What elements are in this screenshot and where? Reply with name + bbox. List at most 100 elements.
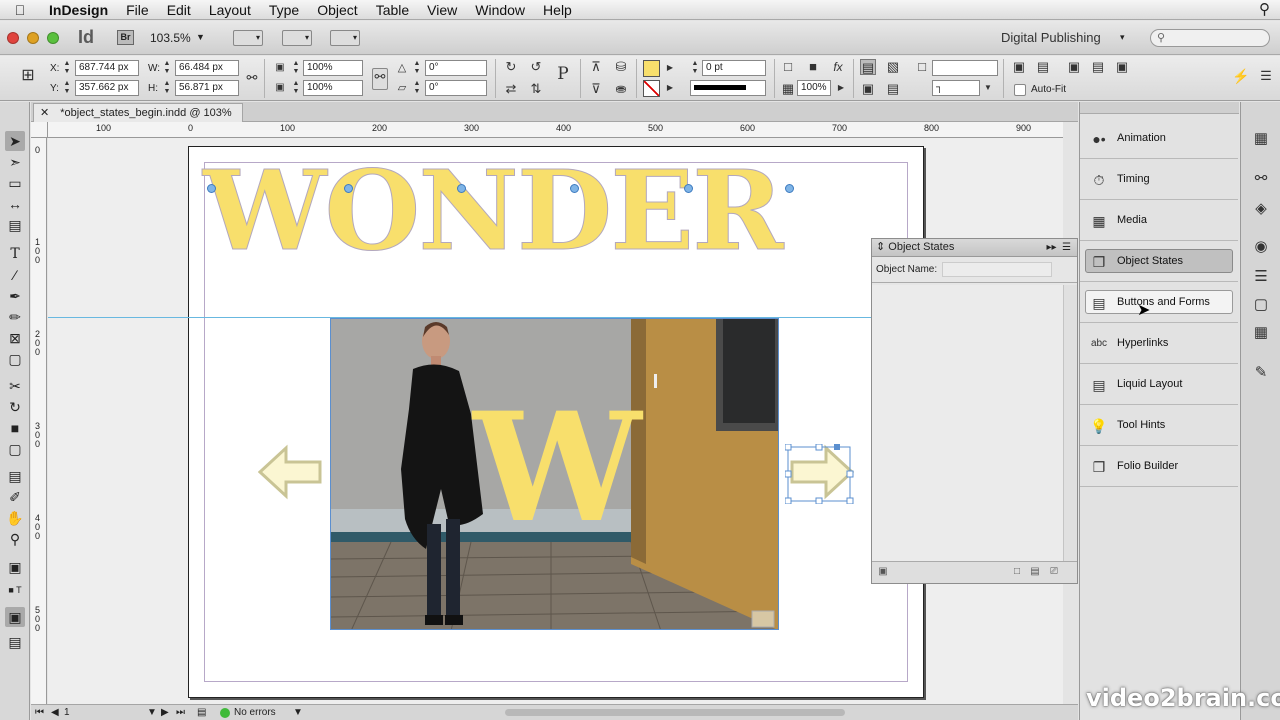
preflight-dropdown-icon[interactable]: ▼ — [293, 707, 303, 718]
panel-item-liquid-layout[interactable]: ▤ Liquid Layout — [1080, 364, 1238, 405]
drop-shadow-icon[interactable]: □ — [780, 59, 796, 75]
rectangle-frame-tool-icon[interactable]: ⊠ — [5, 328, 25, 348]
panel-item-media[interactable]: ▦ Media — [1080, 200, 1238, 241]
selection-bounding-box[interactable] — [785, 444, 855, 504]
pencil-tool-icon[interactable]: ✏ — [5, 307, 25, 327]
text-wrap-none-icon[interactable]: ▤ — [860, 59, 876, 75]
content-grabber-handle[interactable] — [834, 444, 840, 450]
path-anchor-point[interactable] — [785, 184, 794, 193]
object-states-header[interactable]: ⇕ Object States ▸▸ ☰ — [872, 239, 1077, 257]
previous-arrow-button[interactable] — [258, 444, 324, 500]
select-container-icon[interactable]: ⊼ — [588, 59, 604, 75]
rotate-cw-icon[interactable]: ↻ — [503, 59, 519, 75]
panel-dock-grip[interactable] — [1080, 102, 1239, 114]
w-stepper[interactable]: ▲ ▼ — [162, 60, 172, 76]
zoom-dropdown-icon[interactable]: ▼ — [196, 32, 205, 42]
close-tab-icon[interactable]: ✕ — [40, 107, 49, 119]
x-position-field[interactable]: 687.744 px — [75, 60, 139, 76]
scale-y-stepper[interactable]: ▲ ▼ — [291, 80, 301, 96]
states-list[interactable] — [872, 285, 1064, 561]
preview-spread-icon[interactable]: ▣ — [876, 565, 890, 579]
fit-proportionally-icon[interactable]: ▤ — [1090, 59, 1106, 75]
fill-swatch[interactable] — [643, 60, 660, 77]
eyedropper-tool-icon[interactable]: ✐ — [5, 487, 25, 507]
paragraph-p-icon[interactable]: P — [553, 66, 573, 90]
spotlight-search-icon[interactable]: ⚲ — [1259, 0, 1270, 18]
text-wrap-jump-icon[interactable]: ▤ — [885, 81, 901, 97]
width-field[interactable]: 66.484 px — [175, 60, 239, 76]
zoom-tool-icon[interactable]: ⚲ — [5, 529, 25, 549]
text-wrap-shape-icon[interactable]: ▣ — [860, 81, 876, 97]
opacity-dropdown-icon[interactable]: ▶ — [833, 80, 849, 96]
fit-content-frame-icon[interactable]: ▣ — [1011, 59, 1027, 75]
selection-tool-icon[interactable]: ➤ — [5, 131, 25, 151]
effects-square-icon[interactable]: ■ — [805, 59, 821, 75]
fill-stroke-swatches-icon[interactable]: ▣ — [5, 557, 25, 577]
menu-app-name[interactable]: InDesign — [40, 2, 117, 18]
select-previous-icon[interactable]: ⊽ — [588, 81, 604, 97]
scale-y-field[interactable]: 100% — [303, 80, 363, 96]
x-stepper[interactable]: ▲ ▼ — [62, 60, 72, 76]
path-anchor-point[interactable] — [344, 184, 353, 193]
panel-item-timing[interactable]: ⏱ Timing — [1080, 159, 1238, 200]
h-stepper[interactable]: ▲ ▼ — [162, 80, 172, 96]
select-content-icon[interactable]: ⛁ — [613, 59, 629, 75]
rotation-angle-field[interactable]: 0° — [425, 60, 487, 76]
rotate-ccw-icon[interactable]: ↺ — [528, 59, 544, 75]
stroke-panel-icon[interactable]: ☰ — [1250, 266, 1272, 288]
gap-tool-icon[interactable]: ↔ — [5, 194, 25, 214]
open-document-icon[interactable]: ▤ — [197, 707, 206, 718]
reference-point-icon[interactable]: ⊞ — [20, 68, 36, 84]
rotation-stepper[interactable]: ▲ ▼ — [412, 60, 422, 76]
zoom-window-button[interactable] — [47, 32, 59, 44]
text-wrap-bbox-icon[interactable]: ▧ — [885, 59, 901, 75]
stroke-type-select[interactable] — [690, 80, 766, 96]
ruler-origin[interactable] — [31, 122, 48, 138]
stroke-swatch-none[interactable] — [643, 80, 660, 97]
pen-tool-icon[interactable]: ✒ — [5, 286, 25, 306]
y-stepper[interactable]: ▲ ▼ — [62, 80, 72, 96]
convert-to-mso-icon[interactable]: □ — [1010, 565, 1024, 579]
letter-w-overlay[interactable]: W — [473, 393, 641, 543]
type-tool-icon[interactable]: T — [5, 244, 25, 264]
fit-frame-content-icon[interactable]: ▤ — [1035, 59, 1051, 75]
effects-fx-icon[interactable]: fx — [830, 59, 846, 75]
panel-item-tool-hints[interactable]: 💡 Tool Hints — [1080, 405, 1238, 446]
center-content-icon[interactable]: ▣ — [1114, 59, 1130, 75]
menu-view[interactable]: View — [418, 2, 466, 18]
scissors-tool-icon[interactable]: ✂ — [5, 376, 25, 396]
delete-state-icon[interactable]: ⎚ — [1047, 565, 1061, 579]
line-tool-icon[interactable]: ∕ — [5, 265, 25, 285]
object-name-input[interactable] — [942, 262, 1052, 277]
horizontal-ruler[interactable]: 100 100 0 200 300 400 500 600 700 800 90… — [48, 122, 1063, 138]
auto-fit-checkbox[interactable] — [1014, 84, 1026, 96]
note-tool-icon[interactable]: ▤ — [5, 466, 25, 486]
opacity-field[interactable]: 100% — [797, 80, 831, 96]
menu-file[interactable]: File — [117, 2, 158, 18]
page-number[interactable]: 1 — [64, 707, 70, 718]
menu-object[interactable]: Object — [308, 2, 366, 18]
path-anchor-point[interactable] — [570, 184, 579, 193]
normal-view-mode-icon[interactable]: ▣ — [5, 607, 25, 627]
path-anchor-point[interactable] — [457, 184, 466, 193]
fitting-icon[interactable]: □ — [914, 59, 930, 75]
corner-options-field[interactable]: ┐ — [932, 80, 980, 96]
page-dropdown-icon[interactable]: ▼ — [147, 707, 157, 718]
menu-edit[interactable]: Edit — [158, 2, 200, 18]
constrain-scale-icon[interactable]: ⚯ — [372, 68, 388, 90]
pages-panel-icon[interactable]: ▦ — [1250, 128, 1272, 150]
shear-stepper[interactable]: ▲ ▼ — [412, 80, 422, 96]
control-panel-menu-icon[interactable]: ☰ — [1258, 68, 1274, 84]
stroke-dropdown-icon[interactable]: ▶ — [662, 80, 678, 96]
page-tool-icon[interactable]: ▭ — [5, 173, 25, 193]
minimize-window-button[interactable] — [27, 32, 39, 44]
horizontal-scrollbar[interactable] — [505, 709, 845, 716]
panel-item-hyperlinks[interactable]: abc Hyperlinks — [1080, 323, 1238, 364]
formatting-affects-icon[interactable]: ■ T — [5, 580, 25, 600]
panel-menu-icon[interactable]: ▸▸ ☰ — [1046, 239, 1071, 256]
menu-help[interactable]: Help — [534, 2, 581, 18]
y-position-field[interactable]: 357.662 px — [75, 80, 139, 96]
shear-angle-field[interactable]: 0° — [425, 80, 487, 96]
flip-vertical-icon[interactable]: ⇅ — [528, 81, 544, 97]
first-page-icon[interactable]: ⏮ — [35, 707, 44, 718]
